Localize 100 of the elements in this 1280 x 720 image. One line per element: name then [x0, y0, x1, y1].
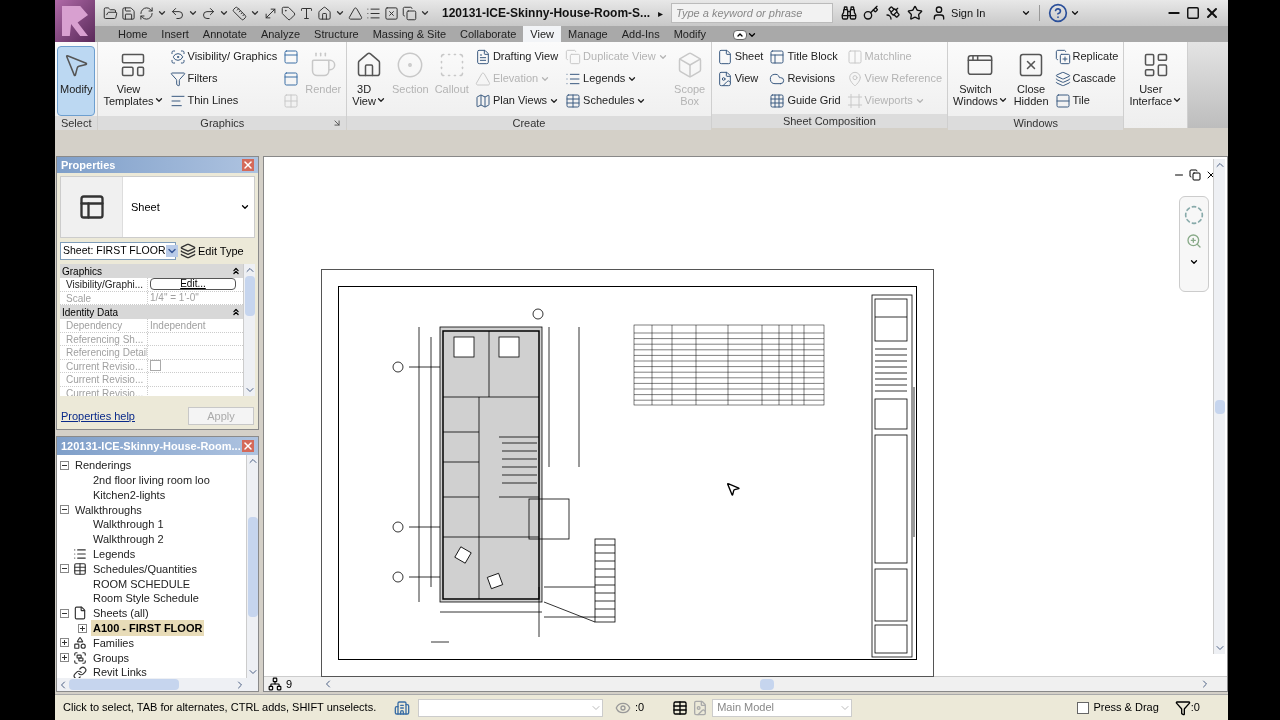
- tree-item[interactable]: 2nd floor living room loo: [91, 471, 212, 489]
- collapse-icon[interactable]: [60, 460, 69, 470]
- ribbon-large-button[interactable]: View Templates: [100, 46, 167, 116]
- caret-icon[interactable]: [250, 8, 260, 18]
- toolbar-icon[interactable]: [232, 5, 247, 21]
- ribbon-tab[interactable]: Home: [111, 26, 155, 42]
- toolbar-icon[interactable]: [384, 5, 399, 21]
- design-option-dropdown[interactable]: Main Model: [712, 698, 853, 717]
- ribbon-large-button[interactable]: Close Hidden: [1010, 46, 1052, 116]
- ribbon-large-button[interactable]: Modify: [57, 46, 96, 116]
- close-icon[interactable]: [1204, 5, 1220, 21]
- ribbon-tab[interactable]: Massing & Site: [365, 26, 454, 42]
- tree-item[interactable]: Legends: [91, 545, 138, 563]
- toolbar-icon[interactable]: [139, 5, 154, 21]
- tree-item[interactable]: Walkthroughs: [73, 501, 144, 519]
- edit-button[interactable]: Edit...: [150, 278, 236, 291]
- tree-item[interactable]: Room Style Schedule: [91, 590, 201, 607]
- ribbon-tab[interactable]: Analyze: [253, 26, 308, 42]
- ribbon-tab[interactable]: Annotate: [195, 26, 254, 42]
- caret-icon[interactable]: [219, 8, 229, 18]
- toolbar-icon[interactable]: [103, 5, 118, 21]
- ribbon-small-button[interactable]: Drafting View: [471, 46, 563, 67]
- checkbox[interactable]: [1077, 701, 1090, 714]
- tree-item[interactable]: Schedules/Quantities: [91, 560, 199, 578]
- tree-item[interactable]: A100 - FIRST FLOOR: [91, 619, 205, 637]
- filter-icon[interactable]: [1174, 699, 1191, 716]
- collapse-icon[interactable]: [60, 505, 69, 515]
- expand-icon[interactable]: [60, 653, 69, 663]
- property-group-header[interactable]: Identity Data: [60, 305, 243, 319]
- ribbon-large-button[interactable]: User Interface: [1126, 46, 1186, 116]
- toolbar-icon[interactable]: [317, 5, 332, 21]
- toolbar-icon[interactable]: [121, 5, 136, 21]
- scrollbar[interactable]: [246, 455, 258, 678]
- instance-dropdown[interactable]: Sheet: FIRST FLOOR: [60, 242, 176, 260]
- restore-icon[interactable]: [1189, 169, 1201, 181]
- key-icon[interactable]: [863, 5, 880, 21]
- toolbar-icon[interactable]: [299, 5, 314, 21]
- ribbon-small-button[interactable]: Visibility/ Graphics: [166, 46, 281, 67]
- sign-in-button[interactable]: Sign In: [931, 4, 1032, 22]
- ribbon-small-button[interactable]: Legends: [562, 68, 671, 89]
- ribbon-small-button[interactable]: Tile: [1051, 90, 1122, 111]
- ribbon-tab[interactable]: Collaborate: [453, 26, 524, 42]
- ribbon-small-button[interactable]: Guide Grid: [766, 90, 844, 111]
- tree-item[interactable]: Revit Links: [91, 664, 149, 678]
- caret-icon[interactable]: [1189, 257, 1199, 267]
- tree-item[interactable]: Kitchen2-lights: [91, 486, 168, 504]
- caret-icon[interactable]: [188, 8, 198, 18]
- toolbar-icon[interactable]: [201, 5, 216, 21]
- search-field[interactable]: Type a keyword or phrase: [671, 3, 834, 23]
- ribbon-tab[interactable]: Insert: [154, 26, 196, 42]
- tree-item[interactable]: Groups: [91, 649, 132, 666]
- dialog-launcher-icon[interactable]: [332, 118, 343, 128]
- properties-help-link[interactable]: Properties help: [61, 407, 135, 425]
- scrollbar-thumb[interactable]: [759, 678, 774, 690]
- expand-icon[interactable]: [78, 623, 87, 633]
- expand-icon[interactable]: [60, 638, 69, 648]
- scrollbar-thumb[interactable]: [1214, 399, 1225, 414]
- toolbar-icon[interactable]: [348, 5, 363, 21]
- scrollbar[interactable]: [1213, 159, 1225, 654]
- ribbon-small-button[interactable]: Thin Lines: [166, 90, 281, 111]
- scrollbar[interactable]: [243, 264, 255, 396]
- ribbon-small-button[interactable]: View: [713, 68, 767, 89]
- title-arrow[interactable]: ▸: [658, 5, 664, 21]
- star-icon[interactable]: [907, 5, 924, 21]
- ribbon-tab[interactable]: Modify: [666, 26, 714, 42]
- ribbon-large-button[interactable]: Switch Windows: [950, 46, 1011, 116]
- ribbon-large-button[interactable]: 3D View: [349, 46, 389, 116]
- ribbon-small-button[interactable]: Sheet: [713, 46, 767, 67]
- tree-item[interactable]: Sheets (all): [91, 605, 151, 622]
- ribbon-small-button[interactable]: Cascade: [1051, 68, 1122, 89]
- scrollbar-thumb[interactable]: [69, 679, 179, 690]
- type-selector[interactable]: Sheet: [60, 176, 255, 238]
- maximize-icon[interactable]: [1186, 6, 1200, 20]
- caret-icon[interactable]: [157, 8, 167, 18]
- ribbon-small-button[interactable]: Schedules: [562, 90, 671, 111]
- ribbon-small-button[interactable]: Title Block: [766, 46, 844, 67]
- application-menu-button[interactable]: [55, 0, 95, 42]
- toolbar-icon[interactable]: [366, 5, 381, 21]
- property-group-header[interactable]: Graphics: [60, 264, 243, 278]
- scrollbar-thumb[interactable]: [244, 276, 255, 316]
- tree-item[interactable]: Families: [91, 634, 136, 652]
- scrollbar[interactable]: [57, 678, 258, 691]
- help-icon[interactable]: [1048, 3, 1069, 23]
- caret-icon[interactable]: [1070, 8, 1081, 18]
- ribbon-tab[interactable]: Manage: [561, 26, 615, 42]
- edit-type-button[interactable]: Edit Type: [180, 242, 244, 260]
- binoculars-icon[interactable]: [841, 5, 858, 21]
- ribbon-tab[interactable]: Add-Ins: [614, 26, 667, 42]
- collapse-icon[interactable]: [60, 564, 69, 574]
- toolbar-icon[interactable]: [170, 5, 185, 21]
- satellite-icon[interactable]: [885, 5, 902, 21]
- ribbon-small-button[interactable]: Filters: [166, 68, 281, 89]
- ribbon-small-button[interactable]: Replicate: [1051, 46, 1122, 67]
- tree-item[interactable]: Walkthrough 2: [91, 531, 166, 548]
- ribbon-tab[interactable]: Structure: [307, 26, 366, 42]
- tree-item[interactable]: Walkthrough 1: [91, 516, 166, 533]
- caret-icon[interactable]: [335, 8, 345, 18]
- scrollbar-thumb[interactable]: [247, 516, 258, 617]
- caret-icon[interactable]: [420, 8, 430, 18]
- toolbar-icon[interactable]: [281, 5, 296, 21]
